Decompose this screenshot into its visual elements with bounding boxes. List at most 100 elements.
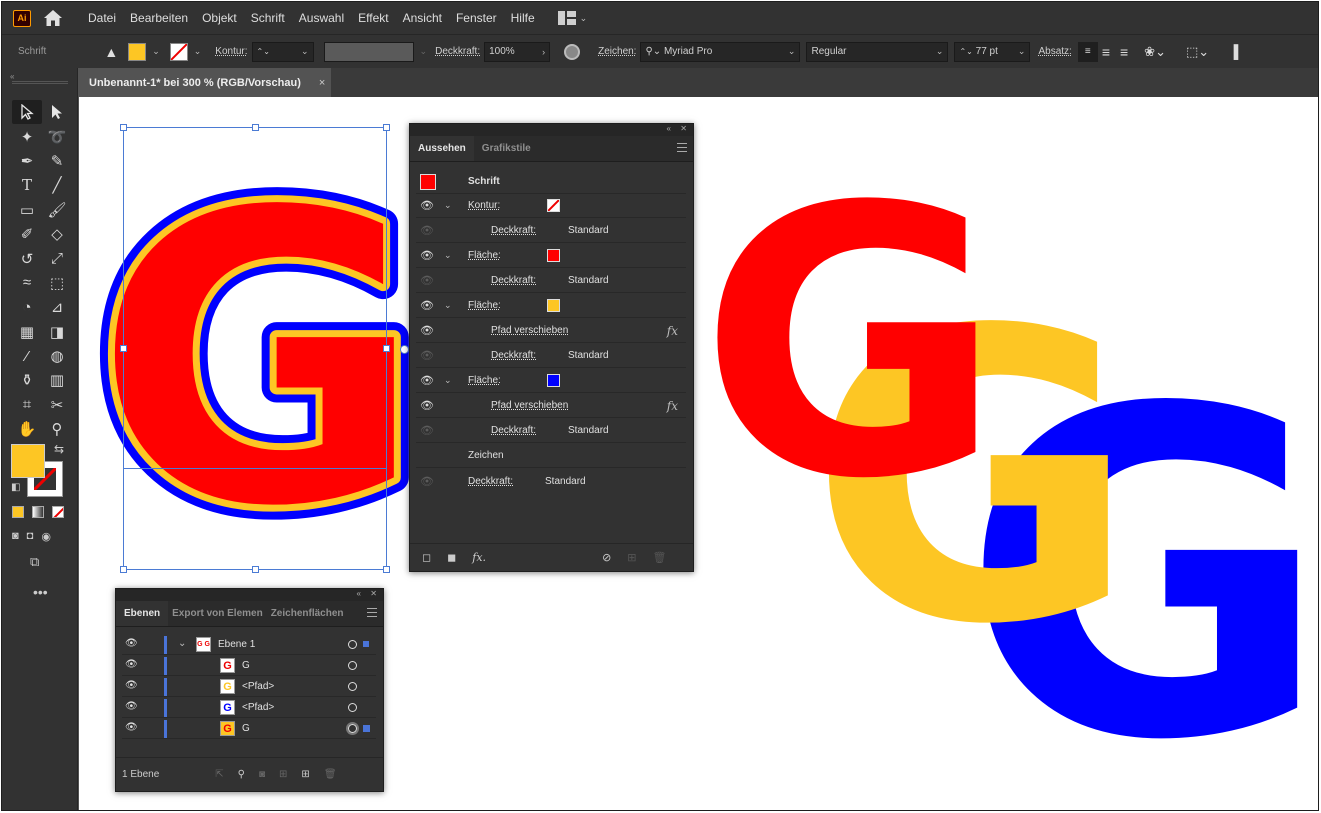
stroke-swatch[interactable] bbox=[169, 42, 188, 61]
hand-tool-icon[interactable]: ✋ bbox=[12, 417, 42, 441]
screen-mode-icon[interactable]: ⧉ bbox=[30, 554, 39, 570]
eye-icon[interactable]: 👁 bbox=[420, 199, 434, 212]
appearance-row[interactable]: 👁 Pfad verschieben fx bbox=[416, 394, 686, 418]
magic-wand-tool-icon[interactable]: ✦ bbox=[12, 124, 42, 148]
fill-yellow-swatch[interactable] bbox=[547, 299, 560, 312]
tab-grafikstile[interactable]: Grafikstile bbox=[474, 136, 539, 161]
font-size-field[interactable]: ⌃⌄ 77 pt ⌄ bbox=[954, 41, 1031, 62]
row-label[interactable]: Deckkraft: bbox=[491, 425, 536, 436]
resize-handle[interactable] bbox=[120, 124, 127, 131]
gradient-tool-icon[interactable]: ◨ bbox=[42, 320, 72, 344]
shaper-tool-icon[interactable]: ✐ bbox=[12, 222, 42, 246]
tab-aussehen[interactable]: Aussehen bbox=[410, 136, 474, 161]
draw-inside-icon[interactable]: ◉ bbox=[41, 530, 51, 543]
type-thread-handle[interactable] bbox=[400, 345, 409, 354]
rotate-tool-icon[interactable]: ↺ bbox=[12, 246, 42, 270]
hamburger-menu-icon[interactable] bbox=[367, 608, 377, 620]
perspective-grid-tool-icon[interactable]: ⊿ bbox=[42, 295, 72, 319]
collapse-icon[interactable]: « bbox=[357, 589, 361, 598]
layer-row[interactable]: 👁 G G bbox=[122, 656, 376, 676]
eye-icon[interactable]: 👁 bbox=[420, 399, 434, 412]
resize-handle[interactable] bbox=[252, 124, 259, 131]
chevron-down-icon[interactable]: ⌄ bbox=[444, 300, 452, 311]
collapse-icon[interactable]: « bbox=[667, 124, 671, 133]
curvature-tool-icon[interactable]: ✎ bbox=[42, 149, 72, 173]
appearance-row[interactable]: 👁 ⌄ Fläche: bbox=[416, 294, 686, 318]
zeichen-label[interactable]: Zeichen: bbox=[598, 46, 636, 57]
eye-icon[interactable]: 👁 bbox=[420, 424, 434, 437]
document-tab[interactable]: Unbenannt-1* bei 300 % (RGB/Vorschau) × bbox=[79, 68, 331, 97]
chevron-down-icon[interactable]: ⌄ bbox=[194, 46, 202, 57]
default-colors-icon[interactable]: ◧ bbox=[11, 482, 20, 493]
row-label[interactable]: Deckkraft: bbox=[491, 225, 536, 236]
appearance-row[interactable]: 👁 Deckkraft: Standard bbox=[416, 419, 686, 443]
menu-datei[interactable]: Datei bbox=[81, 11, 123, 25]
align-center-icon[interactable]: ≡ bbox=[1102, 44, 1110, 60]
align-right-icon[interactable]: ≡ bbox=[1120, 44, 1128, 60]
menu-effekt[interactable]: Effekt bbox=[351, 11, 395, 25]
row-label[interactable]: Deckkraft: bbox=[491, 275, 536, 286]
column-graph-tool-icon[interactable]: ▥ bbox=[42, 368, 72, 392]
recolor-icon[interactable] bbox=[564, 43, 581, 60]
fx-icon[interactable]: fx bbox=[667, 324, 678, 338]
tab-export[interactable]: Export von Elemen bbox=[168, 601, 267, 626]
selection-indicator[interactable] bbox=[363, 725, 370, 732]
eye-icon[interactable]: 👁 bbox=[420, 374, 434, 387]
mesh-tool-icon[interactable]: ▦ bbox=[12, 320, 42, 344]
appearance-row[interactable]: 👁 Pfad verschieben fx bbox=[416, 319, 686, 343]
workspace-switcher[interactable]: ⌄ bbox=[557, 11, 587, 25]
eye-icon[interactable]: 👁 bbox=[125, 659, 138, 670]
appearance-row[interactable]: 👁 ⌄ Fläche: bbox=[416, 244, 686, 268]
absatz-label[interactable]: Absatz: bbox=[1038, 46, 1071, 57]
align-panel-icon[interactable]: ▐ bbox=[1229, 44, 1238, 59]
paintbrush-tool-icon[interactable]: 🖌 bbox=[42, 198, 72, 222]
layer-row[interactable]: 👁 G G bbox=[122, 719, 376, 739]
tab-ebenen[interactable]: Ebenen bbox=[116, 601, 169, 626]
resize-handle[interactable] bbox=[120, 566, 127, 573]
eye-icon[interactable]: 👁 bbox=[420, 475, 434, 488]
row-label[interactable]: Kontur: bbox=[468, 200, 500, 211]
menu-schrift[interactable]: Schrift bbox=[244, 11, 292, 25]
menu-bearbeiten[interactable]: Bearbeiten bbox=[123, 11, 195, 25]
fill-red-swatch[interactable] bbox=[547, 249, 560, 262]
close-tab-icon[interactable]: × bbox=[319, 77, 325, 89]
layer-name[interactable]: <Pfad> bbox=[242, 702, 274, 713]
color-mode-icon[interactable] bbox=[12, 506, 24, 518]
add-stroke-icon[interactable]: ◻ bbox=[422, 551, 431, 564]
chevron-down-icon[interactable]: ⌄ bbox=[444, 200, 452, 211]
swap-colors-icon[interactable]: ⇆ bbox=[54, 442, 64, 456]
menu-fenster[interactable]: Fenster bbox=[449, 11, 504, 25]
shape-builder-tool-icon[interactable]: ◔ bbox=[12, 295, 42, 319]
layer-name[interactable]: G bbox=[242, 660, 250, 671]
resize-handle[interactable] bbox=[383, 124, 390, 131]
row-label[interactable]: Fläche: bbox=[468, 300, 501, 311]
appearance-row[interactable]: 👁 ⌄ Kontur: bbox=[416, 194, 686, 218]
appearance-row[interactable]: 👁 ⌄ Fläche: bbox=[416, 369, 686, 393]
free-transform-tool-icon[interactable]: ⬚ bbox=[42, 271, 72, 295]
transform-icon[interactable]: ⬚⌄ bbox=[1186, 44, 1209, 60]
row-label[interactable]: Fläche: bbox=[468, 250, 501, 261]
draw-normal-icon[interactable]: ◙ bbox=[12, 530, 19, 543]
fill-swatch[interactable] bbox=[128, 42, 147, 61]
home-icon[interactable] bbox=[43, 9, 63, 27]
resize-handle[interactable] bbox=[120, 345, 127, 352]
eye-icon[interactable]: 👁 bbox=[420, 274, 434, 287]
direct-selection-tool-icon[interactable] bbox=[42, 100, 72, 124]
eye-icon[interactable]: 👁 bbox=[420, 224, 434, 237]
more-tools-icon[interactable]: ••• bbox=[33, 584, 48, 600]
blend-tool-icon[interactable]: ◍ bbox=[42, 344, 72, 368]
eye-icon[interactable]: 👁 bbox=[420, 349, 434, 362]
target-icon[interactable] bbox=[348, 724, 357, 733]
layer-row[interactable]: 👁 G <Pfad> bbox=[122, 677, 376, 697]
fill-color-front[interactable] bbox=[11, 444, 45, 478]
chevron-down-icon[interactable]: ⌄ bbox=[444, 250, 452, 261]
menu-hilfe[interactable]: Hilfe bbox=[504, 11, 542, 25]
resize-handle[interactable] bbox=[383, 566, 390, 573]
variable-width-profile[interactable] bbox=[323, 41, 414, 62]
layer-row[interactable]: 👁 ⌄ G G Ebene 1 bbox=[122, 635, 376, 655]
zoom-tool-icon[interactable]: ⚲ bbox=[42, 417, 72, 441]
resize-handle[interactable] bbox=[252, 566, 259, 573]
eye-icon[interactable]: 👁 bbox=[125, 722, 138, 733]
stroke-weight-field[interactable]: ⌃⌄ ⌄ bbox=[251, 41, 314, 62]
eye-icon[interactable]: 👁 bbox=[125, 701, 138, 712]
